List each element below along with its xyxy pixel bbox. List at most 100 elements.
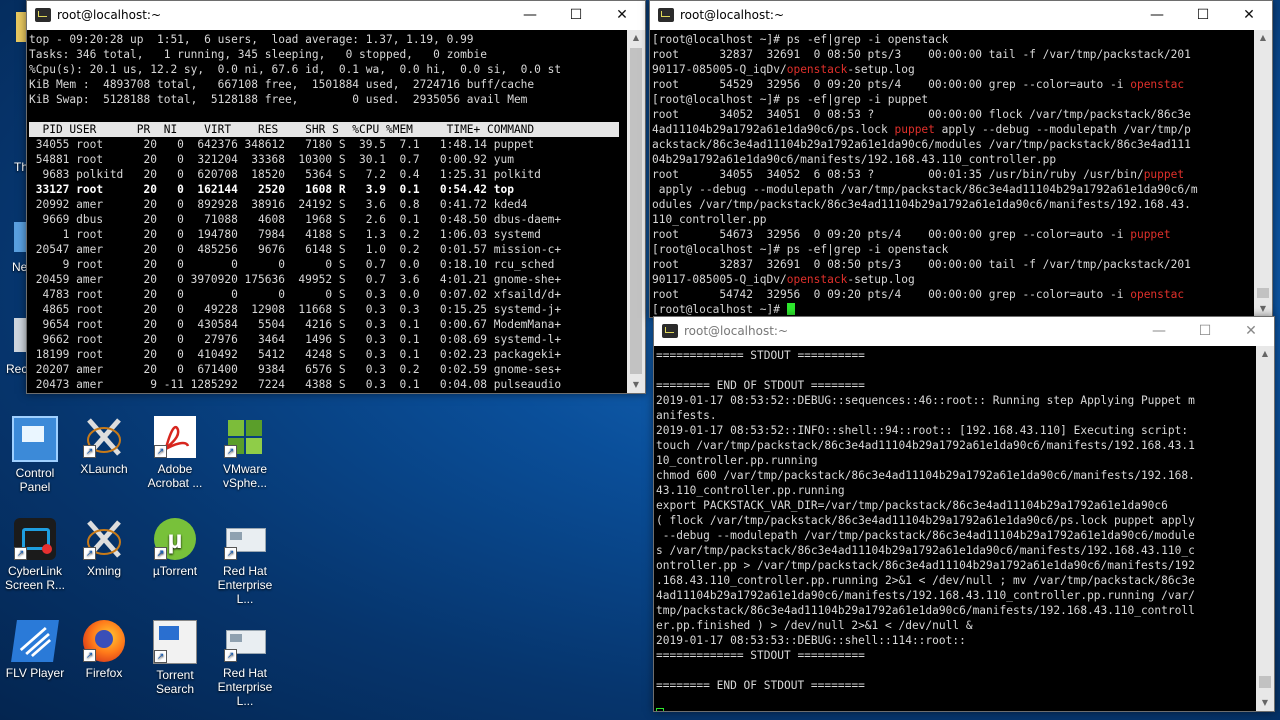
scrollbar[interactable]: ▲ ▼ [1254,30,1272,317]
log-line: chmod 600 /var/tmp/packstack/86c3e4ad111… [656,469,1195,482]
prompt-line[interactable]: [root@localhost ~]# [652,302,1254,317]
match-highlight: openstac [1130,78,1185,91]
terminal-line: [root@localhost ~]# ps -ef|grep -i puppe… [652,92,1254,107]
close-button[interactable]: ✕ [1228,317,1274,346]
minimize-button[interactable]: — [1134,1,1180,30]
desktop-icon-redhat-1[interactable]: ↗ Red Hat Enterprise L... [212,518,278,606]
log-line: ( flock /var/tmp/packstack/86c3e4ad11104… [656,514,1195,527]
line-text: [root@localhost ~]# ps -ef|grep -i opens… [652,243,949,256]
line-text: -setup.log [847,63,915,76]
line-text: apply --debug --modulepath /var/tmp/pack… [652,183,1198,196]
scrollbar[interactable]: ▲ ▼ [627,30,645,393]
terminal-line: 04b29a1792a61e1da90c6/manifests/192.168.… [652,152,1254,167]
scrollbar[interactable]: ▲ ▼ [1256,346,1274,711]
log-line: 43.110_controller.pp.running [656,484,845,497]
minimize-button[interactable]: — [1136,317,1182,346]
scroll-up-icon[interactable]: ▲ [1256,346,1274,362]
terminal-line: root 54529 32956 0 09:20 pts/4 00:00:00 … [652,77,1254,92]
desktop-icon-xming[interactable]: ↗ Xming [71,518,137,578]
log-line: 2019-01-17 08:53:52::INFO::shell::94::ro… [656,424,1189,437]
titlebar[interactable]: root@localhost:~ — ☐ ✕ [654,317,1274,346]
process-row: 34055 root 20 0 642376 348612 7180 S 39.… [29,138,535,151]
log-line: ontroller.pp > /var/tmp/packstack/86c3e4… [656,559,1195,572]
terminal-output[interactable]: ============= STDOUT ========== ========… [654,346,1256,711]
terminal-output[interactable]: [root@localhost ~]# ps -ef|grep -i opens… [650,30,1254,317]
match-highlight: openstac [1130,288,1185,301]
log-line: 10_controller.pp.running [656,454,818,467]
desktop-icon-control-panel[interactable]: Control Panel [2,416,68,494]
terminal-output[interactable]: top - 09:20:28 up 1:51, 6 users, load av… [27,30,627,393]
minimize-button[interactable]: — [507,1,553,30]
close-button[interactable]: ✕ [599,1,645,30]
terminal-line: root 34052 34051 0 08:53 ? 00:00:00 floc… [652,107,1254,122]
maximize-button[interactable]: ☐ [553,1,599,30]
scroll-thumb[interactable] [1257,288,1269,298]
terminal-line: apply --debug --modulepath /var/tmp/pack… [652,182,1254,197]
scroll-thumb[interactable] [630,48,642,374]
close-button[interactable]: ✕ [1226,1,1272,30]
log-line: tmp/packstack/86c3e4ad11104b29a1792a61e1… [656,604,1195,617]
log-line: 4ad11104b29a1792a61e1da90c6/manifests/19… [656,589,1195,602]
scroll-thumb[interactable] [1259,676,1271,688]
desktop-icon-acrobat[interactable]: ↗ Adobe Acrobat ... [142,416,208,490]
vmware-icon: ↗ [224,416,266,458]
line-text: root 54742 32956 0 09:20 pts/4 00:00:00 … [652,288,1131,301]
titlebar[interactable]: root@localhost:~ — ☐ ✕ [650,1,1272,30]
process-row: 20207 amer 20 0 671400 9384 6576 S 0.3 0… [29,363,562,376]
desktop-icon-redhat-2[interactable]: ↗ Red Hat Enterprise L... [212,620,278,708]
scroll-down-icon[interactable]: ▼ [1256,695,1274,711]
process-row: 9 root 20 0 0 0 0 S 0.7 0.0 0:18.10 rcu_… [29,258,555,271]
redhat-icon: ↗ [224,518,266,560]
terminal-line: root 32837 32691 0 08:50 pts/3 00:00:00 … [652,257,1254,272]
scroll-up-icon[interactable]: ▲ [1254,30,1272,46]
maximize-button[interactable]: ☐ [1180,1,1226,30]
terminal-window-ps[interactable]: root@localhost:~ — ☐ ✕ [root@localhost ~… [649,0,1273,318]
match-highlight: puppet [1130,228,1171,241]
scroll-down-icon[interactable]: ▼ [627,377,645,393]
terminal-line: 90117-085005-Q_iqDv/openstack-setup.log [652,62,1254,77]
cursor [656,708,664,711]
process-row: 20992 amer 20 0 892928 38916 24192 S 3.6… [29,198,528,211]
line-text: 90117-085005-Q_iqDv/ [652,63,787,76]
desktop-icon-utorrent[interactable]: µ ↗ µTorrent [142,518,208,578]
scroll-down-icon[interactable]: ▼ [1254,301,1272,317]
terminal-window-log[interactable]: root@localhost:~ — ☐ ✕ ============= STD… [653,316,1275,712]
terminal-line: 90117-085005-Q_iqDv/openstack-setup.log [652,272,1254,287]
line-text: 90117-085005-Q_iqDv/ [652,273,787,286]
desktop-icon-firefox[interactable]: ↗ Firefox [71,620,137,680]
edge-icon-partial-2[interactable] [14,222,26,252]
xlaunch-icon: ↗ [83,416,125,458]
line-text: root 32837 32691 0 08:50 pts/3 00:00:00 … [652,48,1191,61]
edge-icon-partial-3[interactable] [14,318,26,352]
terminal-window-top[interactable]: root@localhost:~ — ☐ ✕ top - 09:20:28 up… [26,0,646,394]
process-row: 9654 root 20 0 430584 5504 4216 S 0.3 0.… [29,318,562,331]
log-line: ============= STDOUT ========== [656,649,865,662]
desktop-icon-flv-player[interactable]: FLV Player [2,620,68,680]
titlebar[interactable]: root@localhost:~ — ☐ ✕ [27,1,645,30]
xming-icon: ↗ [83,518,125,560]
desktop-icon-cyberlink[interactable]: ↗ CyberLink Screen R... [2,518,68,592]
desktop-icon-torrent-search[interactable]: ↗ Torrent Search [142,620,208,696]
line-text: 110_controller.pp [652,213,767,226]
desktop-icon-vmware[interactable]: ↗ VMware vSphe... [212,416,278,490]
line-text: root 34055 34052 6 08:53 ? 00:01:35 /usr… [652,168,1144,181]
process-row: 4865 root 20 0 49228 12908 11668 S 0.3 0… [29,303,562,316]
summary-line: %Cpu(s): 20.1 us, 12.2 sy, 0.0 ni, 67.6 … [29,63,562,76]
log-line: er.pp.finished ) > /dev/null 2>&1 < /dev… [656,619,973,632]
process-row: 20547 amer 20 0 485256 9676 6148 S 1.0 0… [29,243,562,256]
putty-icon [35,8,51,22]
log-line: ============= STDOUT ========== [656,349,865,362]
terminal-line: root 32837 32691 0 08:50 pts/3 00:00:00 … [652,47,1254,62]
edge-icon-partial-1[interactable] [16,12,26,42]
line-text: root 32837 32691 0 08:50 pts/3 00:00:00 … [652,258,1191,271]
log-line: anifests. [656,409,717,422]
desktop-icon-xlaunch[interactable]: ↗ XLaunch [71,416,137,476]
line-text: root 34052 34051 0 08:53 ? 00:00:00 floc… [652,108,1191,121]
maximize-button[interactable]: ☐ [1182,317,1228,346]
log-line: --debug --modulepath /var/tmp/packstack/… [656,529,1195,542]
prompt-line[interactable] [656,708,1256,711]
scroll-up-icon[interactable]: ▲ [627,30,645,46]
utorrent-icon: µ ↗ [154,518,196,560]
